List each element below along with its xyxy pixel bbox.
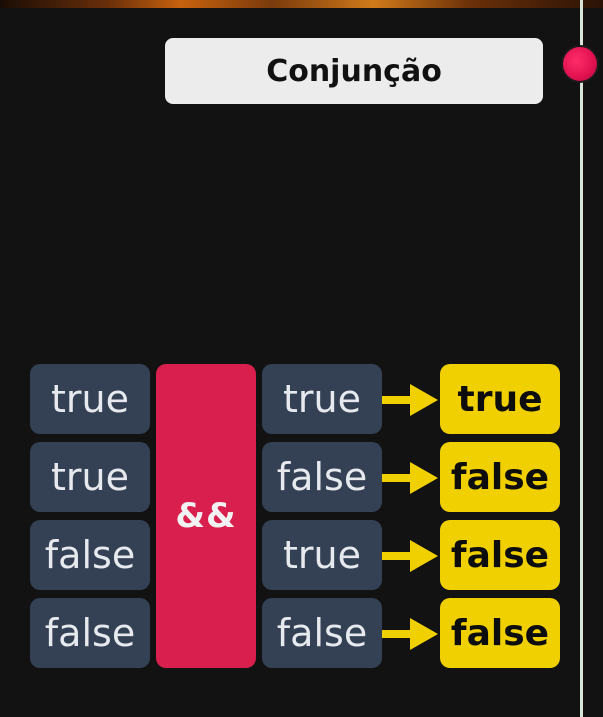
result-cell: false — [440, 442, 560, 512]
operator-label: && — [175, 496, 237, 536]
timeline-marker-dot[interactable] — [561, 45, 599, 83]
right-operand-cell: true — [262, 520, 382, 590]
right-operand-cell: false — [262, 442, 382, 512]
arrow-right-icon — [382, 462, 438, 494]
left-operand-cell: true — [30, 364, 150, 434]
page-title: Conjunção — [266, 53, 442, 89]
video-top-strip — [0, 0, 603, 8]
right-operand-cell: false — [262, 598, 382, 668]
left-operand-cell: false — [30, 520, 150, 590]
arrow-right-icon — [382, 384, 438, 416]
left-operand-cell: false — [30, 598, 150, 668]
result-cell: false — [440, 520, 560, 590]
result-cell: true — [440, 364, 560, 434]
timeline-line — [580, 0, 583, 717]
result-cell: false — [440, 598, 560, 668]
arrow-right-icon — [382, 618, 438, 650]
operator-block: && — [156, 364, 256, 668]
left-operand-cell: true — [30, 442, 150, 512]
title-box: Conjunção — [165, 38, 543, 104]
right-operand-cell: true — [262, 364, 382, 434]
arrow-right-icon — [382, 540, 438, 572]
